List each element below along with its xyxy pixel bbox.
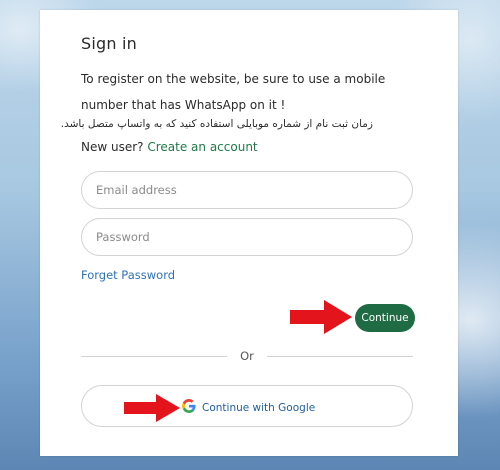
registration-info-fa: زمان ثبت نام از شماره موبایلی استفاده کن… [60,118,373,130]
new-user-prefix: New user? [81,140,148,154]
create-account-link[interactable]: Create an account [147,140,257,154]
divider-right [267,356,413,357]
red-arrow-icon [290,300,352,334]
password-field[interactable] [81,218,413,256]
google-button-label: Continue with Google [202,401,316,414]
red-arrow-icon [124,394,180,422]
registration-info-en: To register on the website, be sure to u… [81,72,386,112]
new-user-line: New user? Create an account [81,140,258,154]
signin-card: Sign in To register on the website, be s… [40,10,458,456]
email-field[interactable] [81,171,413,209]
forgot-password-link[interactable]: Forget Password [81,268,175,282]
divider-left [81,356,227,357]
google-icon [182,398,196,417]
google-button-content: Continue with Google [182,398,315,417]
or-separator: Or [240,349,254,363]
page-title: Sign in [81,34,137,53]
continue-button[interactable]: Continue [355,304,415,332]
